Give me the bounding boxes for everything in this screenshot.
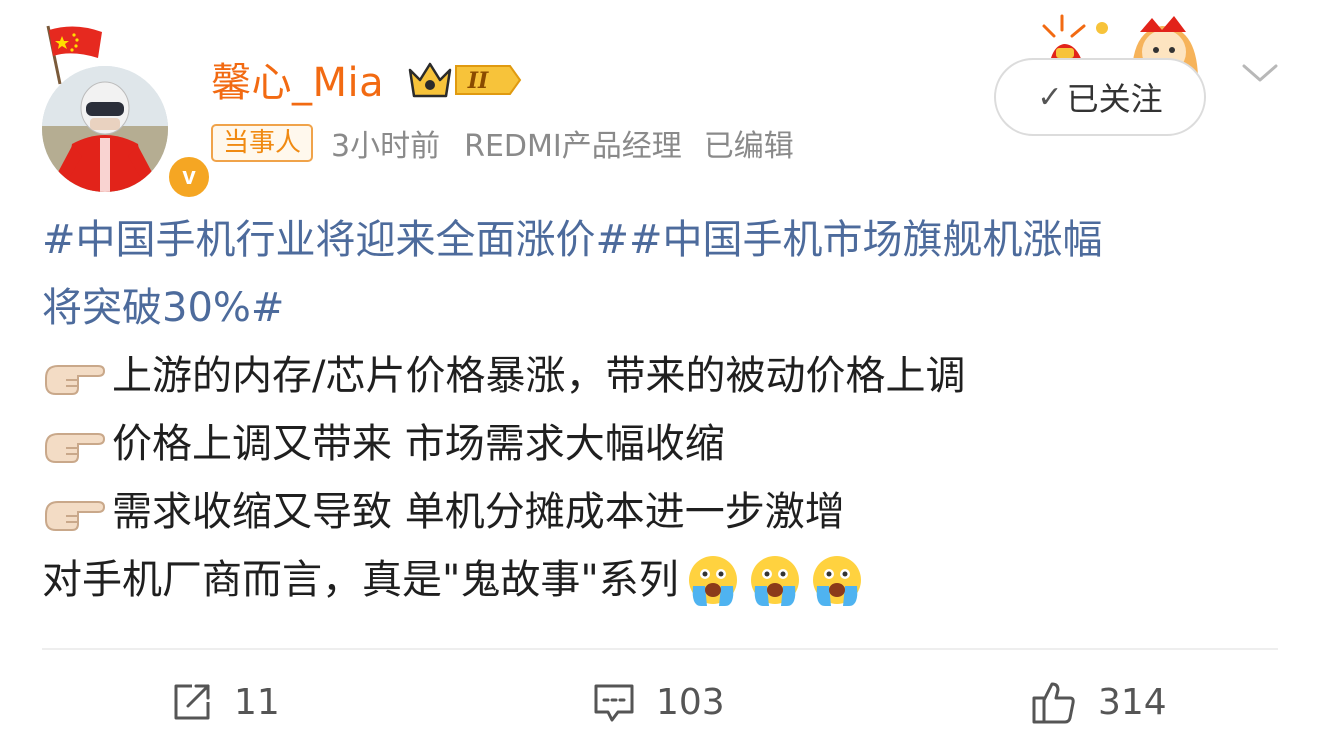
- repost-icon: [174, 684, 210, 720]
- avatar-photo: [42, 66, 168, 192]
- pointing-hand-icon: [45, 365, 106, 395]
- bullet-point-text: 需求收缩又导致 单机分摊成本进一步激增: [112, 489, 845, 535]
- post-source[interactable]: REDMI产品经理: [464, 121, 682, 165]
- comment-button[interactable]: 103: [592, 674, 725, 730]
- repost-count: 11: [234, 681, 280, 723]
- thumbs-up-icon: [1032, 682, 1075, 724]
- bullet-point-3: 需求收缩又导致 单机分摊成本进一步激增: [42, 478, 1292, 546]
- topic-hashtags-line-2[interactable]: 将突破30%#: [42, 274, 1292, 342]
- bullet-point-text: 价格上调又带来 市场需求大幅收缩: [112, 421, 725, 467]
- edited-label[interactable]: 已编辑: [704, 121, 794, 165]
- level-badge-text: II: [467, 68, 489, 94]
- loudly-crying-face-icon: [688, 556, 737, 606]
- post-content: #中国手机行业将迎来全面涨价##中国手机市场旗舰机涨幅 将突破30%# 上游的内…: [42, 206, 1292, 614]
- pointing-hand-icon: [45, 433, 106, 463]
- bullet-point-2: 价格上调又带来 市场需求大幅收缩: [42, 410, 1292, 478]
- party-tag: 当事人: [211, 124, 314, 162]
- post-meta: 当事人 3小时前 REDMI产品经理 已编辑: [211, 121, 794, 165]
- comment-icon: [594, 684, 634, 722]
- chevron-down-icon[interactable]: [1240, 58, 1280, 88]
- post-time: 3小时前: [331, 129, 441, 164]
- comment-count: 103: [656, 681, 725, 723]
- like-button[interactable]: 314: [1030, 674, 1167, 730]
- bullet-point-text: 上游的内存/芯片价格暴涨，带来的被动价格上调: [112, 353, 966, 399]
- action-bar: 11 103 314: [0, 660, 1320, 742]
- bullet-point-1: 上游的内存/芯片价格暴涨，带来的被动价格上调: [42, 342, 1292, 410]
- verified-badge: v: [166, 154, 212, 200]
- crown-level-icon: II: [408, 62, 522, 98]
- check-icon: ✓: [1037, 79, 1063, 115]
- pointing-hand-icon: [45, 501, 106, 531]
- loudly-crying-face-icon: [750, 556, 799, 606]
- repost-button[interactable]: 11: [170, 674, 280, 730]
- like-count: 314: [1098, 681, 1167, 723]
- avatar[interactable]: [42, 66, 168, 192]
- closing-line: 对手机厂商而言，真是"鬼故事"系列: [42, 546, 1292, 614]
- follow-button-label: 已关注: [1066, 80, 1163, 118]
- follow-button[interactable]: ✓ 已关注: [994, 58, 1206, 136]
- avatar-container[interactable]: v: [40, 22, 212, 200]
- loudly-crying-face-icon: [812, 556, 861, 606]
- divider: [42, 648, 1278, 650]
- closing-text: 对手机厂商而言，真是"鬼故事"系列: [42, 557, 679, 603]
- topic-hashtags-line-1[interactable]: #中国手机行业将迎来全面涨价##中国手机市场旗舰机涨幅: [42, 206, 1292, 274]
- author-name[interactable]: 馨心_Mia: [211, 50, 384, 108]
